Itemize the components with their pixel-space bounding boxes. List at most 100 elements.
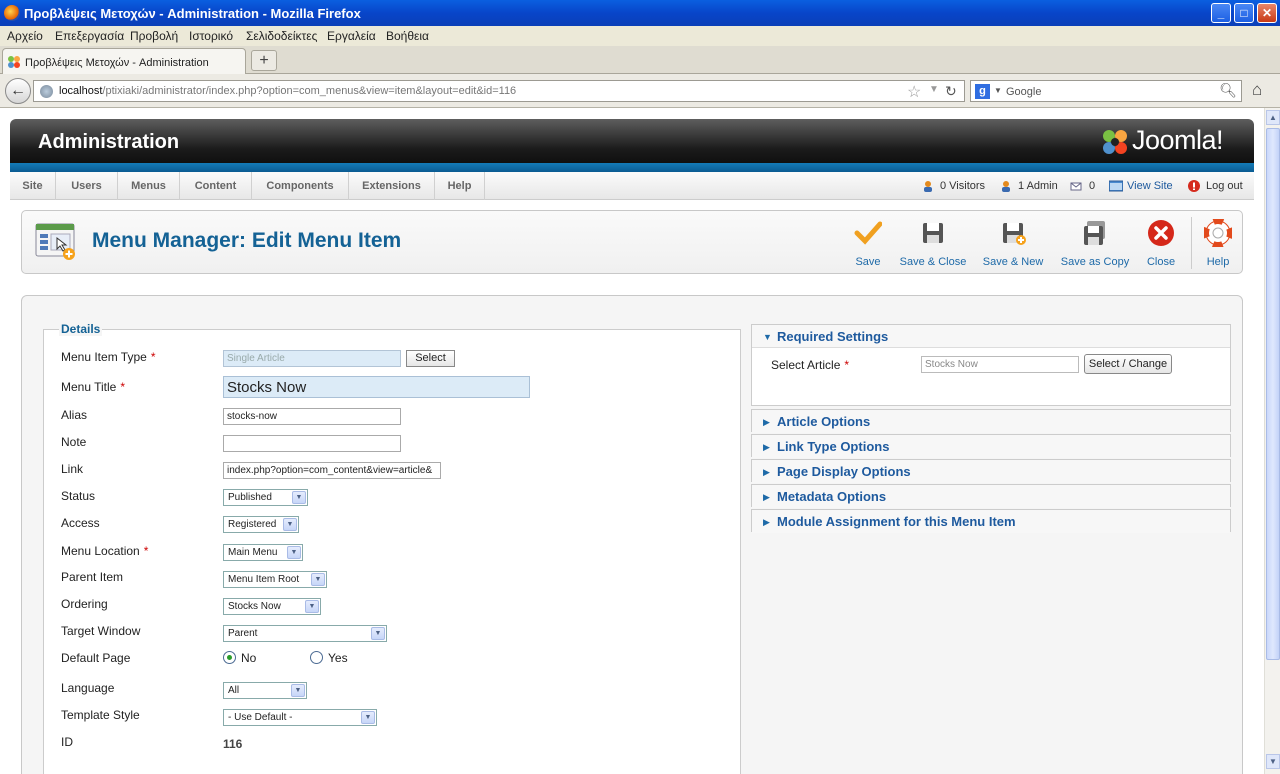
topmenu-help[interactable]: Help	[435, 172, 485, 200]
save-new-button[interactable]: Save & New	[980, 219, 1046, 269]
label-text: Select Article	[771, 358, 841, 372]
magnifier-icon[interactable]: 🔍︎	[1219, 82, 1237, 99]
label-menu-title: Menu Title *	[61, 380, 125, 394]
note-input[interactable]	[223, 435, 401, 452]
topmenu-content[interactable]: Content	[180, 172, 252, 200]
panel-header[interactable]: ▶ Metadata Options	[752, 485, 1230, 508]
target-window-select[interactable]: Parent ▼	[223, 625, 387, 642]
floppy-disk-plus-icon	[1003, 223, 1026, 245]
url-bar[interactable]: localhost/ptixiaki/administrator/index.p…	[33, 80, 965, 102]
scroll-thumb[interactable]	[1266, 128, 1280, 660]
save-label: Save	[855, 256, 881, 268]
browser-tab[interactable]: Προβλέψεις Μετοχών - Administration	[2, 48, 246, 75]
joomla-favicon-icon	[8, 56, 20, 68]
view-site-link[interactable]: View Site	[1127, 180, 1173, 192]
logout-icon	[1188, 180, 1200, 192]
menu-tools[interactable]: Εργαλεία	[327, 29, 376, 43]
menu-history[interactable]: Ιστορικό	[189, 29, 233, 43]
chevron-down-icon: ▼	[305, 600, 319, 613]
panel-header[interactable]: ▶ Article Options	[752, 410, 1230, 433]
save-close-button[interactable]: Save & Close	[898, 219, 968, 269]
menu-location-select[interactable]: Main Menu ▼	[223, 544, 303, 561]
help-label: Help	[1206, 256, 1230, 268]
topmenu-menus[interactable]: Menus	[118, 172, 180, 200]
panel-header[interactable]: ▶ Module Assignment for this Menu Item	[752, 510, 1230, 533]
template-style-select[interactable]: - Use Default - ▼	[223, 709, 377, 726]
page-display-options-panel[interactable]: ▶ Page Display Options	[751, 459, 1231, 483]
label-menu-item-type: Menu Item Type *	[61, 350, 156, 364]
ordering-select[interactable]: Stocks Now ▼	[223, 598, 321, 615]
admin-icon	[1002, 181, 1010, 192]
visitors-icon	[924, 181, 932, 192]
save-new-label: Save & New	[982, 256, 1044, 268]
url-text[interactable]: localhost/ptixiaki/administrator/index.p…	[59, 85, 516, 97]
toolbar-separator	[1191, 217, 1192, 269]
back-button[interactable]: ←	[5, 78, 31, 104]
menu-view[interactable]: Προβολή	[130, 29, 178, 43]
menu-file[interactable]: Αρχείο	[7, 29, 43, 43]
id-value: 116	[223, 737, 243, 751]
target-window-value: Parent	[228, 628, 258, 639]
parent-item-select[interactable]: Menu Item Root ▼	[223, 571, 327, 588]
topmenu-extensions[interactable]: Extensions	[349, 172, 435, 200]
scroll-up-arrow-icon[interactable]: ▲	[1266, 110, 1280, 125]
close-button[interactable]: Close	[1144, 219, 1178, 269]
minimize-button[interactable]: _	[1211, 3, 1231, 23]
joomla-logo-icon	[1103, 130, 1127, 154]
menu-bookmarks[interactable]: Σελιδοδείκτες	[246, 29, 317, 43]
topmenu-users[interactable]: Users	[56, 172, 118, 200]
label-link: Link	[61, 462, 84, 476]
url-path: /ptixiaki/administrator/index.php?option…	[102, 85, 517, 97]
page-title: Menu Manager: Edit Menu Item	[92, 229, 402, 252]
label-menu-location: Menu Location *	[61, 544, 148, 558]
module-assignment-panel[interactable]: ▶ Module Assignment for this Menu Item	[751, 509, 1231, 533]
topmenu-components[interactable]: Components	[252, 172, 349, 200]
metadata-options-panel[interactable]: ▶ Metadata Options	[751, 484, 1231, 508]
save-button[interactable]: Save	[852, 219, 884, 269]
menu-item-type-field: Single Article	[223, 350, 401, 367]
required-settings-header[interactable]: ▼ Required Settings	[752, 325, 1230, 348]
vertical-scrollbar[interactable]: ▲ ▼	[1264, 108, 1280, 774]
default-yes-radio[interactable]	[310, 651, 323, 664]
help-button[interactable]: Help	[1202, 218, 1234, 269]
chevron-down-icon: ▼	[361, 711, 375, 724]
access-select[interactable]: Registered ▼	[223, 516, 299, 533]
history-dropdown-icon[interactable]: ▼	[929, 84, 939, 95]
label-text: Menu Item Type	[61, 350, 147, 364]
label-language: Language	[61, 681, 115, 695]
article-options-panel[interactable]: ▶ Article Options	[751, 409, 1231, 433]
menu-title-input[interactable]: Stocks Now	[223, 376, 530, 398]
new-tab-button[interactable]: +	[251, 50, 277, 71]
template-style-value: - Use Default -	[228, 712, 293, 723]
topmenu-site[interactable]: Site	[10, 172, 56, 200]
reload-icon[interactable]: ↻	[945, 83, 957, 100]
menu-help[interactable]: Βοήθεια	[386, 29, 429, 43]
required-mark: *	[150, 350, 156, 364]
scroll-down-arrow-icon[interactable]: ▼	[1266, 754, 1280, 769]
select-type-button[interactable]: Select	[406, 350, 455, 367]
panel-header[interactable]: ▶ Link Type Options	[752, 435, 1230, 458]
default-no-radio[interactable]	[223, 651, 236, 664]
search-engine-dropdown-icon[interactable]: ▼	[994, 86, 1002, 95]
search-box[interactable]: g ▼ Google 🔍︎	[970, 80, 1242, 102]
link-type-options-panel[interactable]: ▶ Link Type Options	[751, 434, 1231, 458]
label-note: Note	[61, 435, 87, 449]
panel-title: Article Options	[777, 414, 871, 429]
menu-edit[interactable]: Επεξεργασία	[55, 29, 124, 43]
panel-header[interactable]: ▶ Page Display Options	[752, 460, 1230, 483]
logout-link[interactable]: Log out	[1206, 180, 1243, 192]
admin-title: Administration	[38, 131, 180, 153]
link-input[interactable]: index.php?option=com_content&view=articl…	[223, 462, 441, 479]
maximize-button[interactable]: □	[1234, 3, 1254, 23]
search-engine-icon[interactable]: g	[975, 84, 990, 99]
panel-title: Metadata Options	[777, 489, 887, 504]
status-select[interactable]: Published ▼	[223, 489, 308, 506]
close-window-button[interactable]: ✕	[1257, 3, 1277, 23]
alias-input[interactable]: stocks-now	[223, 408, 401, 425]
bookmark-star-icon[interactable]: ☆	[907, 82, 921, 102]
home-icon[interactable]: ⌂	[1252, 80, 1262, 100]
language-select[interactable]: All ▼	[223, 682, 307, 699]
details-fieldset: Details Menu Item Type * Single Article S…	[43, 322, 741, 774]
save-copy-button[interactable]: Save as Copy	[1058, 219, 1132, 269]
select-change-button[interactable]: Select / Change	[1084, 354, 1172, 374]
